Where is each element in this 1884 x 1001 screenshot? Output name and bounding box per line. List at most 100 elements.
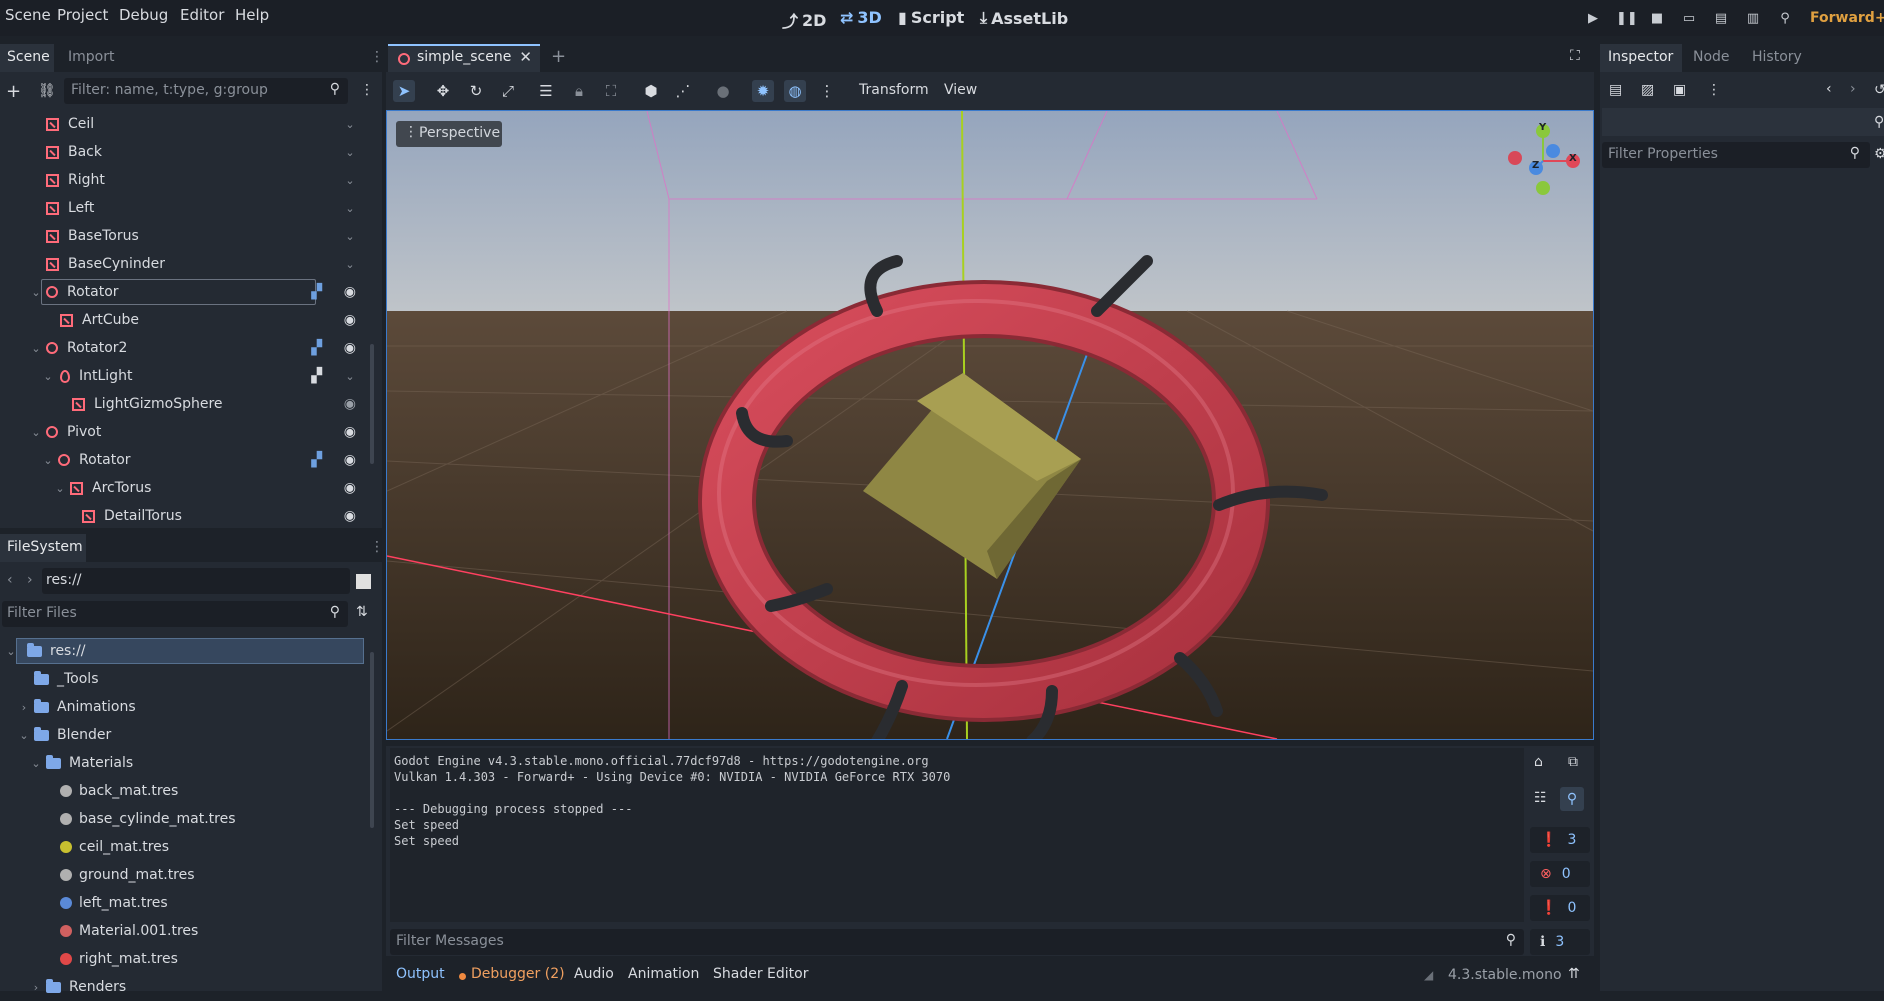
tree-node-left[interactable]: Left ⌄ (0, 194, 370, 222)
visibility-eye-icon[interactable]: ◉ (344, 284, 356, 300)
chevron-down-icon[interactable]: ⌄ (344, 202, 356, 215)
toolbar-more-icon[interactable]: ⋮ (816, 80, 838, 102)
history-forward-icon[interactable]: › (1850, 81, 1856, 97)
file-item-animations[interactable]: › Animations (0, 693, 370, 721)
bottom-tab-output[interactable]: Output (396, 966, 445, 982)
save-resource-icon[interactable]: ▣ (1673, 82, 1686, 98)
file-item-ceil-mat[interactable]: ceil_mat.tres (0, 833, 370, 861)
preview-sun-icon[interactable]: ● (712, 80, 734, 102)
visibility-eye-icon[interactable]: ◉ (344, 312, 356, 328)
bottom-tab-audio[interactable]: Audio (574, 966, 614, 982)
file-item-material001[interactable]: Material.001.tres (0, 917, 370, 945)
message-counter[interactable]: ❗ 3 (1530, 827, 1590, 853)
new-resource-icon[interactable]: ▤ (1609, 82, 1622, 98)
menu-project[interactable]: Project (57, 6, 108, 24)
script-attached-icon[interactable]: ▞ (311, 284, 322, 300)
info-counter[interactable]: ℹ3 (1530, 929, 1590, 955)
history-back-icon[interactable]: ‹ (1826, 81, 1832, 97)
tab-node[interactable]: Node (1693, 49, 1730, 65)
file-item-res[interactable]: ⌄ res:// (0, 637, 370, 665)
script-attached-icon[interactable]: ▞ (311, 452, 322, 468)
perspective-menu-button[interactable]: ⋮ Perspective (396, 121, 502, 147)
object-tools-icon[interactable]: ⚲ (1874, 114, 1884, 130)
play-custom-scene-icon[interactable]: ▥ (1744, 10, 1762, 28)
chevron-down-icon[interactable]: ⌄ (344, 146, 356, 159)
scene-filter-input[interactable]: Filter: name, t:type, g:group ⚲ (64, 78, 348, 104)
tree-node-artcube[interactable]: ArtCube ◉ (0, 306, 370, 334)
scale-tool-icon[interactable]: ⤢ (497, 80, 519, 102)
tree-node-rotator-inner[interactable]: ⌄ Rotator ▞ ◉ (0, 446, 370, 474)
chevron-down-icon[interactable]: ⌄ (344, 174, 356, 187)
tree-node-intlight[interactable]: ⌄ IntLight ▞ ⌄ (0, 362, 370, 390)
play-icon[interactable]: ▶ (1584, 10, 1602, 28)
inspector-more-icon[interactable]: ⋮ (1707, 82, 1721, 98)
object-history-icon[interactable]: ↺ (1874, 82, 1884, 98)
menu-help[interactable]: Help (235, 6, 269, 24)
tab-inspector[interactable]: Inspector (1608, 49, 1673, 65)
property-options-icon[interactable]: ⚙ (1874, 146, 1884, 162)
chevron-right-icon[interactable]: › (18, 701, 30, 714)
script-attached-icon[interactable]: ▞ (311, 368, 322, 384)
workspace-3d-button[interactable]: ⇄ 3D (840, 8, 882, 27)
copy-output-icon[interactable]: ⧉ (1568, 754, 1578, 770)
load-resource-icon[interactable]: ▨ (1641, 82, 1654, 98)
dock-menu-icon[interactable]: ⋮ (370, 49, 384, 65)
scene-tree-scrollbar[interactable] (370, 344, 374, 464)
tab-import[interactable]: Import (68, 49, 114, 65)
forward-icon[interactable]: › (27, 572, 33, 588)
file-item-blender[interactable]: ⌄ Blender (0, 721, 370, 749)
menu-scene[interactable]: Scene (5, 6, 51, 24)
file-item-back-mat[interactable]: back_mat.tres (0, 777, 370, 805)
file-item-left-mat[interactable]: left_mat.tres (0, 889, 370, 917)
tab-simple-scene[interactable]: simple_scene ✕ (388, 44, 540, 72)
local-space-icon[interactable]: ⬢ (640, 80, 662, 102)
visibility-eye-icon[interactable]: ◉ (344, 508, 356, 524)
tree-node-basetorus[interactable]: BaseTorus ⌄ (0, 222, 370, 250)
tab-filesystem[interactable]: FileSystem (7, 539, 83, 555)
expand-panel-icon[interactable]: ⇈ (1568, 966, 1580, 982)
movie-maker-icon[interactable]: ⚲ (1776, 10, 1794, 28)
snap-icon[interactable]: ⋰ (672, 80, 694, 102)
filter-messages-input[interactable]: Filter Messages ⚲ (390, 929, 1524, 955)
file-item-right-mat[interactable]: right_mat.tres (0, 945, 370, 973)
menu-editor[interactable]: Editor (180, 6, 224, 24)
workspace-2d-button[interactable]: ⤴ 2D (782, 8, 826, 32)
file-item-base-cylinde-mat[interactable]: base_cylinde_mat.tres (0, 805, 370, 833)
file-filter-input[interactable]: Filter Files ⚲ (2, 601, 348, 627)
visibility-eye-icon[interactable]: ◉ (344, 396, 356, 412)
collapse-duplicates-icon[interactable]: ☷ (1534, 790, 1547, 806)
chevron-down-icon[interactable]: ⌄ (344, 118, 356, 131)
tab-scene[interactable]: Scene (7, 49, 50, 65)
rotate-tool-icon[interactable]: ↻ (465, 80, 487, 102)
chevron-down-icon[interactable]: ⌄ (30, 426, 42, 439)
play-scene-icon[interactable]: ▤ (1712, 10, 1730, 28)
instance-scene-icon[interactable]: ⛓ (38, 83, 56, 99)
chevron-down-icon[interactable]: ⌄ (30, 342, 42, 355)
bottom-tab-animation[interactable]: Animation (628, 966, 699, 982)
path-input[interactable]: res:// (42, 568, 350, 594)
pause-icon[interactable]: ❚❚ (1616, 10, 1638, 28)
chevron-down-icon[interactable]: ⌄ (18, 729, 30, 742)
chevron-down-icon[interactable]: ⌄ (344, 370, 356, 383)
script-attached-icon[interactable]: ▞ (311, 340, 322, 356)
remote-debug-icon[interactable]: ▭ (1680, 10, 1698, 28)
bottom-tab-shader-editor[interactable]: Shader Editor (713, 966, 808, 982)
tree-node-back[interactable]: Back ⌄ (0, 138, 370, 166)
sort-icon[interactable]: ⇅ (356, 604, 368, 620)
close-icon[interactable]: ✕ (519, 48, 532, 66)
file-item-materials[interactable]: ⌄ Materials (0, 749, 370, 777)
visibility-eye-icon[interactable]: ◉ (344, 340, 356, 356)
clear-output-icon[interactable]: ⌂ (1534, 754, 1543, 770)
tree-node-rotator[interactable]: ⌄ Rotator ▞ ◉ (0, 278, 370, 306)
tab-history[interactable]: History (1752, 49, 1802, 65)
group-icon[interactable]: ⛶ (600, 80, 622, 102)
orientation-gizmo[interactable]: Y X Z (1500, 120, 1580, 200)
visibility-eye-icon[interactable]: ◉ (344, 452, 356, 468)
menu-debug[interactable]: Debug (119, 6, 168, 24)
file-item-renders[interactable]: › Renders (0, 973, 370, 1001)
chevron-down-icon[interactable]: ⌄ (54, 482, 66, 495)
select-tool-icon[interactable]: ➤ (393, 80, 415, 102)
environment-icon[interactable]: ◍ (784, 80, 806, 102)
add-scene-tab-icon[interactable]: + (551, 46, 566, 67)
tree-node-arctorus[interactable]: ⌄ ArcTorus ◉ (0, 474, 370, 502)
